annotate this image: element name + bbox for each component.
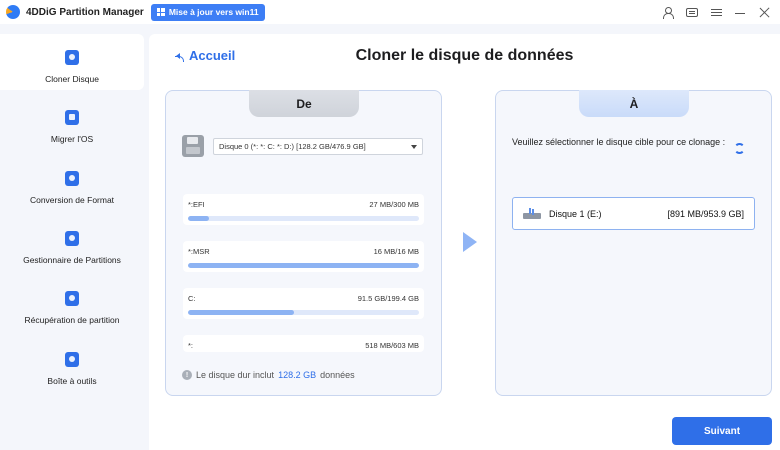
sidebar: Cloner Disque Migrer l'OS Conversion de … bbox=[0, 24, 149, 450]
feedback-icon[interactable] bbox=[686, 7, 698, 17]
upgrade-label: Mise à jour vers win11 bbox=[168, 7, 259, 17]
sidebar-item-partition-recovery[interactable]: Récupération de partition bbox=[0, 275, 144, 331]
partition-name: *:EFI bbox=[188, 200, 205, 209]
partition-manager-icon bbox=[65, 231, 79, 246]
arrow-right-icon bbox=[463, 232, 477, 252]
migrate-os-icon bbox=[65, 110, 79, 125]
menu-icon[interactable] bbox=[711, 7, 722, 18]
source-tab: De bbox=[249, 90, 359, 117]
source-panel: De Disque 0 (*: *: C: *: D:) [128.2 GB/4… bbox=[165, 90, 442, 396]
convert-format-icon bbox=[65, 171, 79, 186]
usage-bar-fill bbox=[188, 263, 419, 268]
sidebar-item-clone-disk[interactable]: Cloner Disque bbox=[0, 34, 144, 90]
target-tab: À bbox=[579, 90, 689, 117]
main-content: Cloner le disque de données Accueil De D… bbox=[149, 34, 780, 450]
source-disk-select[interactable]: Disque 0 (*: *: C: *: D:) [128.2 GB/476.… bbox=[213, 137, 423, 155]
page-title: Cloner le disque de données bbox=[355, 47, 574, 64]
partition-name: *:MSR bbox=[188, 247, 210, 256]
disk-icon bbox=[182, 135, 204, 157]
info-prefix: Le disque dur inclut bbox=[196, 370, 275, 380]
back-home-link[interactable]: Accueil bbox=[173, 48, 235, 63]
minimize-icon[interactable] bbox=[735, 7, 746, 18]
upgrade-win11-button[interactable]: Mise à jour vers win11 bbox=[150, 3, 265, 21]
partition-size: 16 MB/16 MB bbox=[373, 247, 419, 256]
usb-drive-icon bbox=[523, 207, 541, 220]
app-title: 4DDiG Partition Manager bbox=[26, 6, 144, 18]
sidebar-item-label: Boîte à outils bbox=[47, 376, 97, 386]
sidebar-item-label: Récupération de partition bbox=[24, 315, 120, 325]
sidebar-item-label: Cloner Disque bbox=[45, 74, 99, 84]
chevron-down-icon bbox=[411, 144, 417, 152]
partition-size: 518 MB/603 MB bbox=[365, 341, 419, 350]
selected-disk: Disque 0 (*: *: C: *: D:) [128.2 GB/476.… bbox=[219, 141, 366, 151]
refresh-icon[interactable] bbox=[734, 143, 745, 154]
sidebar-item-label: Conversion de Format bbox=[29, 195, 115, 205]
target-panel: À Veuillez sélectionner le disque cible … bbox=[495, 90, 772, 396]
back-label: Accueil bbox=[189, 48, 236, 63]
partition-name: C: bbox=[188, 294, 196, 303]
sidebar-item-convert-format[interactable]: Conversion de Format bbox=[0, 155, 144, 211]
sidebar-item-migrate-os[interactable]: Migrer l'OS bbox=[0, 94, 144, 150]
target-disk-item[interactable]: Disque 1 (E:) [891 MB/953.9 GB] bbox=[512, 197, 755, 230]
info-suffix: données bbox=[320, 370, 355, 380]
user-icon[interactable] bbox=[662, 6, 674, 19]
partition-size: 91.5 GB/199.4 GB bbox=[357, 294, 419, 303]
partition-card: *:EFI 27 MB/300 MB bbox=[183, 194, 424, 225]
usage-bar-fill bbox=[188, 310, 295, 315]
partition-card: C: 91.5 GB/199.4 GB bbox=[183, 288, 424, 319]
sidebar-item-partition-manager[interactable]: Gestionnaire de Partitions bbox=[0, 215, 144, 271]
next-button[interactable]: Suivant bbox=[672, 417, 772, 445]
usage-bar-fill bbox=[188, 216, 209, 221]
target-disk-name: Disque 1 (E:) bbox=[549, 208, 602, 219]
partition-name: *: bbox=[188, 341, 194, 350]
partition-recovery-icon bbox=[65, 291, 79, 306]
partition-card: *: 518 MB/603 MB bbox=[183, 335, 424, 352]
sidebar-item-label: Gestionnaire de Partitions bbox=[23, 255, 121, 265]
close-icon[interactable] bbox=[759, 7, 770, 18]
partition-size: 27 MB/300 MB bbox=[369, 200, 419, 209]
usage-bar bbox=[188, 310, 419, 315]
info-size: 128.2 GB bbox=[278, 370, 317, 380]
app-logo-icon bbox=[6, 5, 20, 19]
back-arrow-icon bbox=[173, 51, 184, 62]
title-bar: 4DDiG Partition Manager Mise à jour vers… bbox=[0, 0, 780, 24]
target-hint: Veuillez sélectionner le disque cible po… bbox=[512, 137, 726, 147]
partition-card: *:MSR 16 MB/16 MB bbox=[183, 241, 424, 272]
target-disk-size: [891 MB/953.9 GB] bbox=[667, 208, 744, 219]
toolbox-icon bbox=[65, 352, 79, 367]
info-icon: ! bbox=[182, 370, 192, 380]
usage-bar bbox=[188, 263, 419, 268]
usage-bar bbox=[188, 216, 419, 221]
sidebar-item-toolbox[interactable]: Boîte à outils bbox=[0, 336, 144, 392]
sidebar-item-label: Migrer l'OS bbox=[50, 134, 94, 144]
windows-icon bbox=[156, 8, 165, 16]
clone-disk-icon bbox=[65, 50, 79, 65]
disk-info: ! Le disque dur inclut 128.2 GB données bbox=[182, 370, 355, 380]
